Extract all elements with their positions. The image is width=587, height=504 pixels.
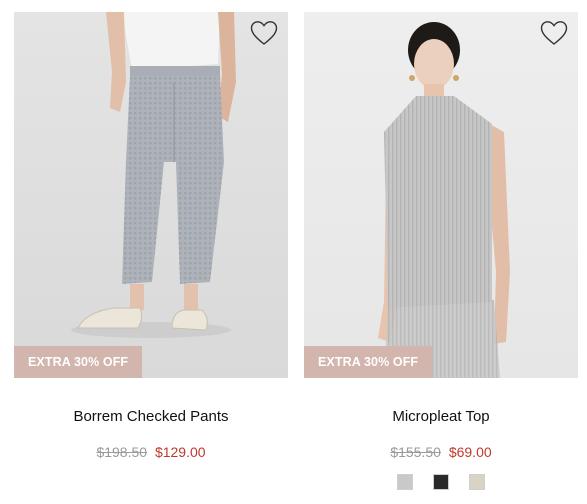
price-row: $198.50 $129.00 (14, 444, 288, 460)
product-name[interactable]: Micropleat Top (304, 408, 578, 426)
heart-outline-icon[interactable] (250, 20, 278, 46)
product-name[interactable]: Borrem Checked Pants (14, 408, 288, 426)
price-row: $155.50 $69.00 (304, 444, 578, 460)
original-price: $198.50 (96, 444, 148, 460)
promo-badge: EXTRA 30% OFF (304, 346, 433, 378)
original-price: $155.50 (390, 444, 441, 460)
color-swatch-black[interactable] (433, 474, 449, 490)
product-image[interactable]: EXTRA 30% OFF (14, 12, 288, 378)
product-card[interactable]: EXTRA 30% OFF Micropleat Top $155.50 $69… (304, 12, 578, 490)
sale-price: $129.00 (154, 444, 206, 460)
product-image[interactable]: EXTRA 30% OFF (304, 12, 578, 378)
promo-badge: EXTRA 30% OFF (14, 346, 143, 378)
product-photo (304, 12, 578, 378)
heart-outline-icon[interactable] (540, 20, 568, 46)
color-swatches (304, 474, 578, 490)
product-photo (14, 12, 288, 378)
sale-price: $69.00 (448, 444, 492, 460)
color-swatch-grey[interactable] (397, 474, 413, 490)
color-swatch-beige[interactable] (469, 474, 485, 490)
product-card[interactable]: EXTRA 30% OFF Borrem Checked Pants $198.… (14, 12, 288, 460)
